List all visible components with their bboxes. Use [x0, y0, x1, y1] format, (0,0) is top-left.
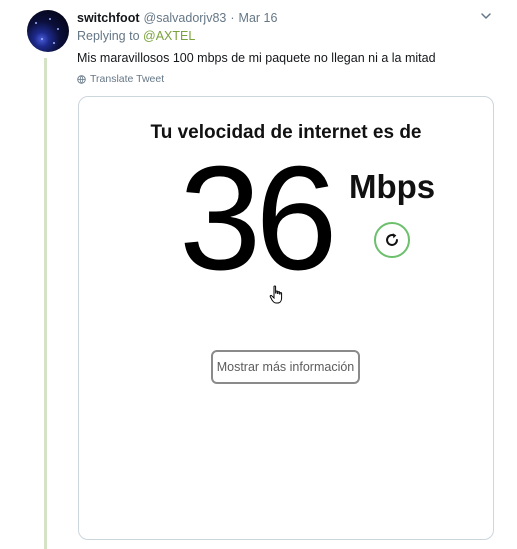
globe-icon — [77, 74, 86, 84]
speed-unit: Mbps — [349, 168, 436, 205]
translate-label: Translate Tweet — [90, 73, 165, 85]
speed-value: 36 — [179, 136, 338, 301]
tweet-text: Mis maravillosos 100 mbps de mi paquete … — [77, 51, 436, 65]
show-more-info-button[interactable]: Mostrar más información — [211, 350, 360, 384]
chevron-down-icon[interactable] — [480, 10, 492, 22]
tweet: switchfoot @salvadorjv83 · Mar 16 Replyi… — [0, 0, 517, 549]
thread-line — [44, 58, 47, 549]
mention-link[interactable]: @AXTEL — [143, 29, 195, 43]
avatar[interactable] — [27, 10, 69, 52]
refresh-icon — [386, 233, 398, 246]
refresh-button[interactable] — [374, 222, 410, 258]
translate-tweet-link[interactable]: Translate Tweet — [77, 73, 164, 85]
replying-prefix: Replying to — [77, 29, 140, 43]
tweet-date[interactable]: Mar 16 — [239, 11, 278, 25]
tweet-header: switchfoot @salvadorjv83 · Mar 16 — [77, 10, 277, 26]
separator: · — [230, 11, 235, 25]
display-name[interactable]: switchfoot — [77, 11, 140, 25]
user-handle[interactable]: @salvadorjv83 — [144, 11, 227, 25]
hand-cursor-icon — [269, 285, 283, 304]
speedtest-image-card[interactable]: Tu velocidad de internet es de 36 Mbps M… — [78, 96, 494, 540]
replying-to: Replying to @AXTEL — [77, 29, 195, 43]
